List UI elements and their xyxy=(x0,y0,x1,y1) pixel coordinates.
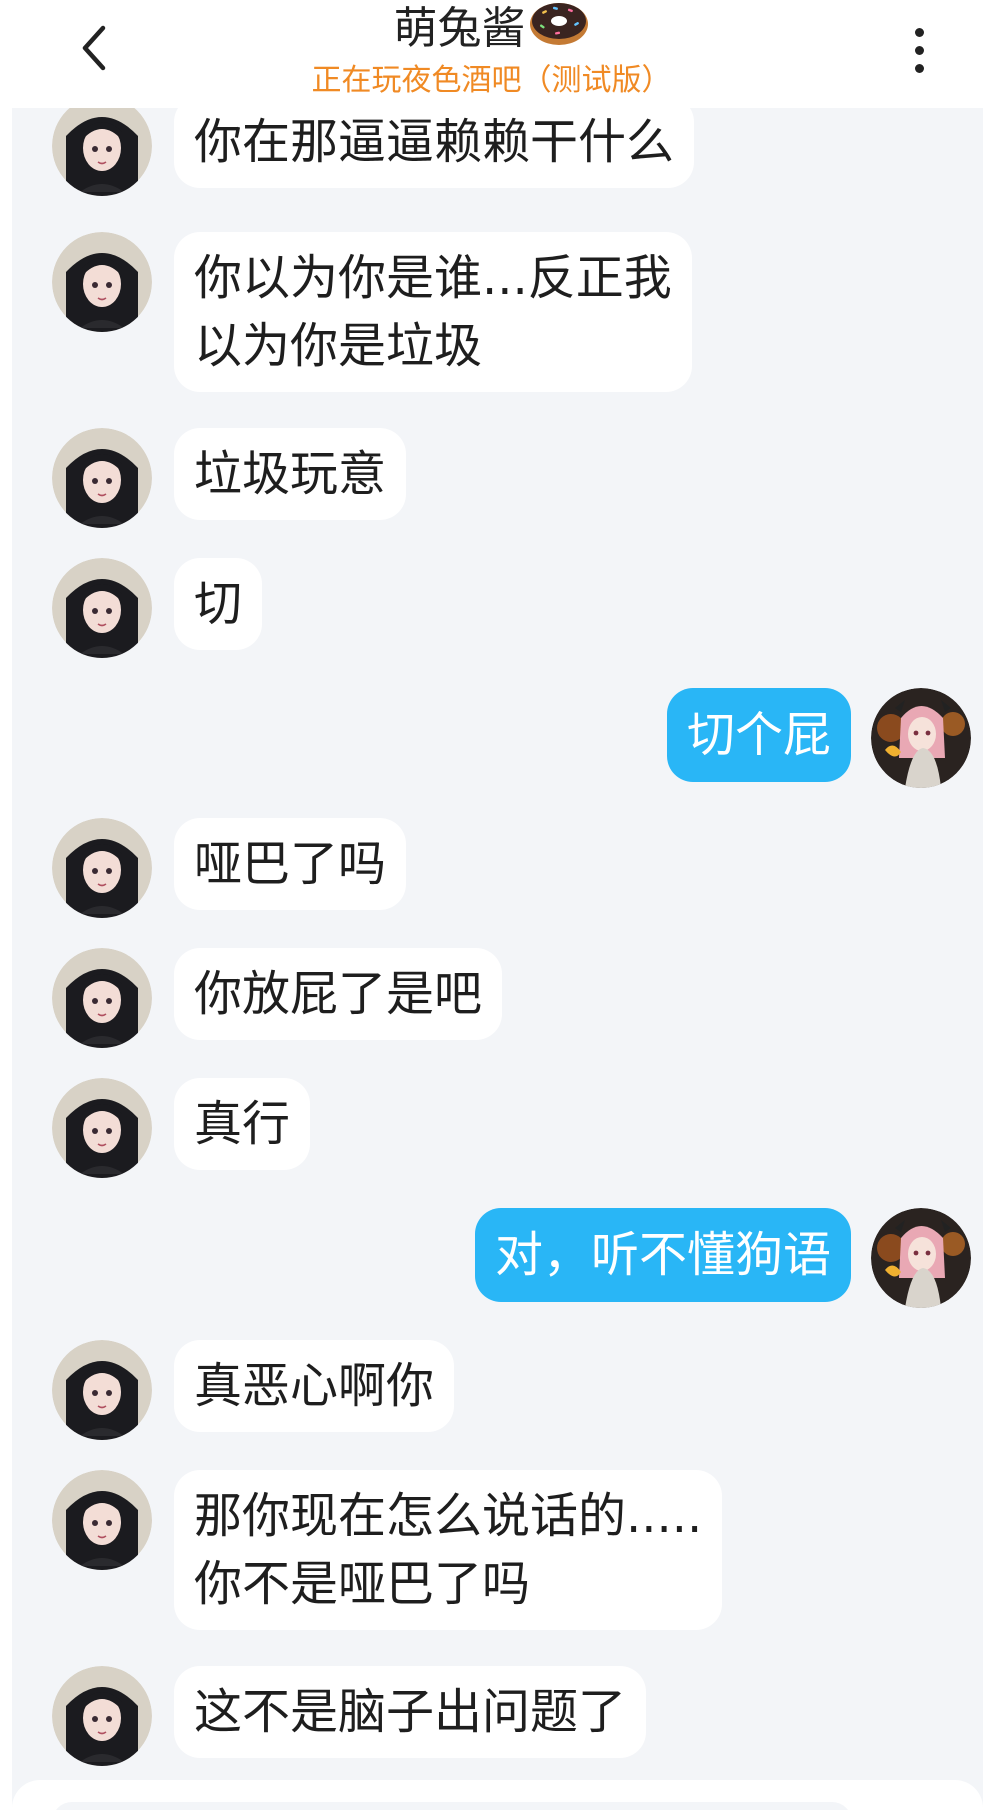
message-bubble[interactable]: 你放屁了是吧 xyxy=(174,948,503,1040)
message-incoming: 你放屁了是吧 xyxy=(52,948,503,1048)
message-bubble[interactable]: 切个屁 xyxy=(666,688,851,782)
more-button[interactable] xyxy=(899,22,939,78)
contact-avatar[interactable] xyxy=(52,428,152,528)
message-bubble[interactable]: 你以为你是谁...反正我 以为你是垃圾 xyxy=(174,232,692,392)
message-incoming: 垃圾玩意 xyxy=(52,428,407,528)
message-bubble[interactable]: 你在那逼逼赖赖干什么 xyxy=(174,108,695,188)
more-vertical-icon xyxy=(914,27,924,37)
message-incoming: 这不是脑子出问题了 xyxy=(52,1666,647,1766)
contact-avatar[interactable] xyxy=(52,1340,152,1440)
message-list[interactable]: 你在那逼逼赖赖干什么 你以为你是谁...反正我 以为你是垃圾 垃圾玩意 切 切个… xyxy=(12,108,983,1810)
message-bubble[interactable]: 这不是脑子出问题了 xyxy=(174,1666,647,1758)
contact-name: 萌兔酱 xyxy=(393,3,526,54)
contact-avatar[interactable] xyxy=(52,818,152,918)
message-bubble[interactable]: 真恶心啊你 xyxy=(174,1340,455,1432)
message-bubble[interactable]: 切 xyxy=(174,558,263,650)
chat-header: 萌兔酱 正在玩夜色酒吧（测试版） xyxy=(0,0,983,108)
message-outgoing: 对，听不懂狗语 xyxy=(474,1208,971,1308)
contact-avatar[interactable] xyxy=(52,1666,152,1766)
chat-title: 萌兔酱 xyxy=(0,2,983,60)
user-avatar[interactable] xyxy=(871,688,971,788)
message-incoming: 切 xyxy=(52,558,263,658)
donut-icon xyxy=(528,0,590,60)
contact-avatar[interactable] xyxy=(52,232,152,332)
message-bubble[interactable]: 对，听不懂狗语 xyxy=(474,1208,851,1302)
message-incoming: 哑巴了吗 xyxy=(52,818,407,918)
contact-avatar[interactable] xyxy=(52,1078,152,1178)
message-incoming: 那你现在怎么说话的..... 你不是哑巴了吗 xyxy=(52,1470,723,1630)
message-bubble[interactable]: 哑巴了吗 xyxy=(174,818,407,910)
message-input[interactable] xyxy=(52,1802,852,1810)
message-bubble[interactable]: 垃圾玩意 xyxy=(174,428,407,520)
message-incoming: 你在那逼逼赖赖干什么 xyxy=(52,108,695,196)
status-subtitle: 正在玩夜色酒吧（测试版） xyxy=(311,63,672,98)
contact-avatar[interactable] xyxy=(52,1470,152,1570)
message-incoming: 真行 xyxy=(52,1078,311,1178)
message-outgoing: 切个屁 xyxy=(666,688,971,788)
message-bubble[interactable]: 那你现在怎么说话的..... 你不是哑巴了吗 xyxy=(174,1470,723,1630)
contact-avatar[interactable] xyxy=(52,948,152,1048)
input-bar[interactable] xyxy=(12,1780,983,1810)
message-incoming: 真恶心啊你 xyxy=(52,1340,455,1440)
message-incoming: 你以为你是谁...反正我 以为你是垃圾 xyxy=(52,232,692,392)
contact-avatar[interactable] xyxy=(52,108,152,196)
chat-screen: 你在那逼逼赖赖干什么 你以为你是谁...反正我 以为你是垃圾 垃圾玩意 切 切个… xyxy=(0,0,983,1810)
message-bubble[interactable]: 真行 xyxy=(174,1078,311,1170)
user-avatar[interactable] xyxy=(871,1208,971,1308)
contact-avatar[interactable] xyxy=(52,558,152,658)
